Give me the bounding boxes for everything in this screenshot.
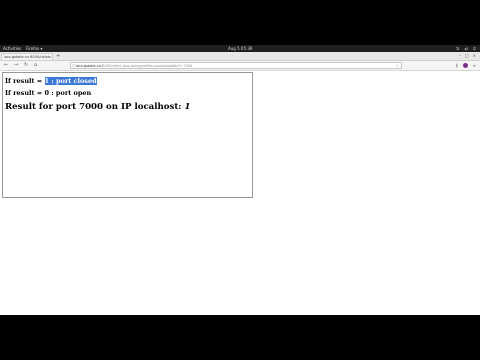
video-letterbox-top	[0, 0, 480, 45]
url-path: /8000/rb/int-tips-doing/profile-sus/adop…	[101, 64, 193, 68]
browser-tab[interactable]: locs.gstatic.cn 8000/rb/int... ×	[1, 53, 53, 60]
reload-icon[interactable]: ↻	[24, 61, 28, 70]
forward-icon[interactable]: →	[14, 61, 18, 70]
result-closed-prefix: If result =	[5, 77, 45, 85]
new-tab-button[interactable]: +	[56, 52, 60, 60]
navigation-bar: ← → ↻ ⌂ ⓘ locs.gstatic.cn/8000/rb/int-ti…	[0, 61, 480, 71]
desktop-screen: Activities Firefox ▾ Aug 5 05:39 ⇅ ◂) ⏻ …	[0, 45, 480, 315]
result-heading: Result for port 7000 on IP localhost: 1	[5, 102, 190, 112]
activities-button[interactable]: Activities	[3, 45, 21, 52]
tab-title: locs.gstatic.cn 8000/rb/int...	[4, 55, 53, 59]
minimize-icon[interactable]: –	[459, 52, 461, 60]
extension-avatar-icon[interactable]	[462, 63, 468, 68]
app-menu-button[interactable]: Firefox ▾	[26, 45, 43, 52]
url-bar[interactable]: ⓘ locs.gstatic.cn/8000/rb/int-tips-doing…	[70, 62, 402, 69]
url-host: locs.gstatic.cn	[76, 64, 102, 68]
info-icon[interactable]: ⓘ	[72, 63, 76, 68]
result-value: 1	[184, 102, 191, 112]
result-heading-text: Result for port 7000 on IP localhost:	[5, 102, 185, 112]
home-icon[interactable]: ⌂	[34, 61, 37, 70]
back-icon[interactable]: ←	[4, 61, 8, 70]
clock[interactable]: Aug 5 05:39	[228, 45, 252, 52]
bookmark-star-icon[interactable]: ☆	[395, 63, 399, 68]
close-window-icon[interactable]: ×	[473, 52, 476, 60]
video-letterbox-bottom	[0, 315, 480, 360]
page-content: If result = 1 : port closed If result = …	[2, 72, 253, 198]
tab-bar: locs.gstatic.cn 8000/rb/int... × + – □ ×	[0, 52, 480, 61]
network-icon: ⇅	[455, 46, 460, 51]
result-open-line: If result = 0 : port open	[5, 89, 92, 97]
gnome-top-bar: Activities Firefox ▾ Aug 5 05:39 ⇅ ◂) ⏻	[0, 45, 480, 52]
selected-text[interactable]: 1 : port closed	[44, 77, 97, 85]
close-icon[interactable]: ×	[48, 54, 51, 60]
maximize-icon[interactable]: □	[465, 52, 469, 60]
system-tray[interactable]: ⇅ ◂) ⏻	[456, 45, 476, 52]
toolbar-right: ⫼ ≡	[456, 61, 476, 70]
result-closed-line: If result = 1 : port closed	[5, 77, 97, 85]
window-controls: – □ ×	[459, 52, 476, 60]
library-icon[interactable]: ⫼	[456, 61, 458, 70]
menu-icon[interactable]: ≡	[473, 61, 476, 70]
power-icon: ⏻	[472, 46, 476, 51]
volume-icon: ◂)	[464, 46, 468, 51]
